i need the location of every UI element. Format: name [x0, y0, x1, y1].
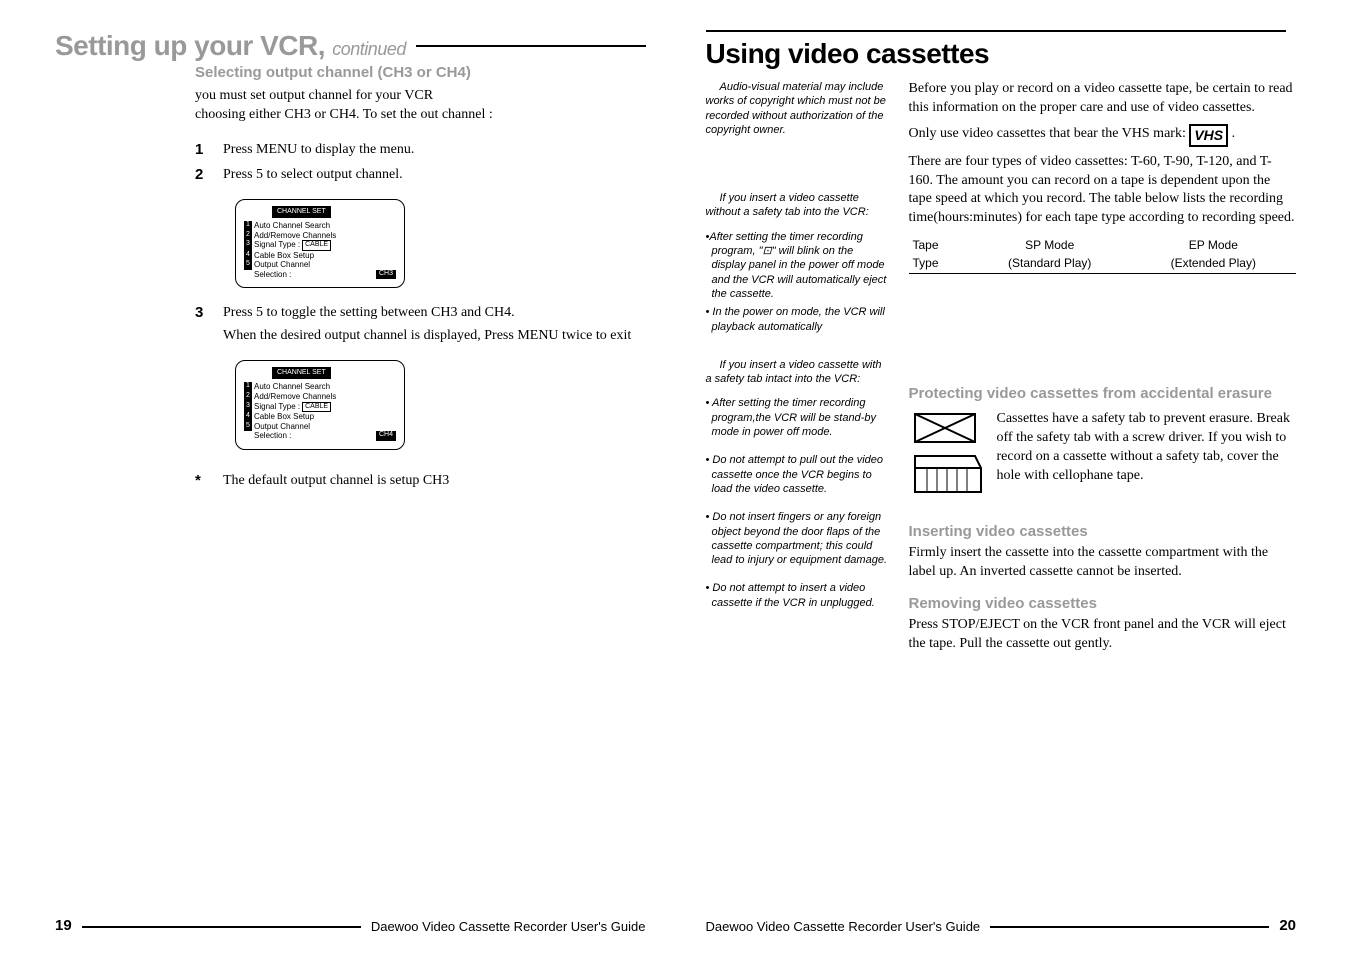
left-content: Selecting output channel (CH3 or CH4) yo… — [195, 64, 646, 491]
cassette-tab-icon — [909, 410, 987, 496]
osd-row: Signal Type : — [254, 402, 300, 412]
title-rule — [416, 45, 646, 47]
step-text: Press 5 to select output channel. — [223, 166, 646, 185]
vhs-text-b: . — [1228, 126, 1235, 141]
step-3a: Press 5 to toggle the setting between CH… — [223, 304, 646, 323]
step-number: 3 — [195, 304, 209, 346]
footer-rule — [82, 926, 361, 928]
asterisk: * — [195, 472, 209, 491]
intro-paragraph: Before you play or record on a video cas… — [909, 80, 1297, 118]
step-note: * The default output channel is setup CH… — [195, 472, 646, 491]
title-row — [706, 30, 1297, 32]
footer-right: Daewoo Video Cassette Recorder User's Gu… — [706, 917, 1297, 934]
osd-channel-tag: CH3 — [376, 270, 396, 280]
osd-row: Add/Remove Channels — [254, 392, 336, 402]
step-number: 1 — [195, 141, 209, 160]
protect-row: Cassettes have a safety tab to prevent e… — [909, 410, 1297, 496]
sidenote-column: Audio-visual material may include works … — [706, 80, 891, 654]
osd-row: Output Channel — [254, 260, 310, 270]
sidenote-bullet: • Do not attempt to insert a video casse… — [712, 581, 891, 610]
left-page: Setting up your VCR, continued Selecting… — [0, 0, 676, 954]
main-column: Before you play or record on a video cas… — [909, 80, 1297, 654]
note-text: The default output channel is setup CH3 — [223, 472, 646, 491]
page-number: 19 — [55, 917, 72, 934]
step-text: Press 5 to toggle the setting between CH… — [223, 304, 646, 346]
title-continued: continued — [332, 39, 406, 59]
footer-rule — [990, 926, 1269, 928]
sidenote-bullet: • Do not attempt to pull out the video c… — [712, 453, 891, 496]
protect-heading: Protecting video cassettes from accident… — [909, 384, 1297, 404]
remove-heading: Removing video cassettes — [909, 594, 1297, 614]
step-text: Press MENU to display the menu. — [223, 141, 646, 160]
th-ep-sub: (Extended Play) — [1131, 254, 1296, 273]
step-2: 2 Press 5 to select output channel. — [195, 166, 646, 185]
title-main: Setting up your VCR, — [55, 30, 325, 61]
step-1: 1 Press MENU to display the menu. — [195, 141, 646, 160]
sidenote-copyright: Audio-visual material may include works … — [706, 80, 891, 137]
step-number: 2 — [195, 166, 209, 185]
page-title: Using video cassettes — [706, 38, 1297, 70]
osd-channel-tag: CH4 — [376, 431, 396, 441]
th-tape: Tape — [909, 236, 969, 254]
intro-line-1: you must set output channel for your VCR — [195, 87, 646, 106]
page-number: 20 — [1279, 917, 1296, 934]
osd-title: CHANNEL SET — [272, 206, 331, 218]
title-rule — [706, 30, 1287, 32]
osd-selection: Selection : — [254, 431, 291, 441]
osd-row: Auto Channel Search — [254, 221, 330, 231]
vhs-text-a: Only use video cassettes that bear the V… — [909, 126, 1190, 141]
tape-types-paragraph: There are four types of video cassettes:… — [909, 153, 1297, 229]
sidenote-bullet: • After setting the timer recording prog… — [712, 396, 891, 439]
osd-row: Cable Box Setup — [254, 251, 314, 261]
osd-row: Auto Channel Search — [254, 382, 330, 392]
osd-box: CABLE — [302, 240, 331, 250]
osd-menu-ch3: CHANNEL SET 1Auto Channel Search 2Add/Re… — [235, 199, 405, 289]
sidenote-bullet: •After setting the timer recording progr… — [712, 230, 891, 301]
protect-text: Cassettes have a safety tab to prevent e… — [997, 410, 1297, 496]
subheading: Selecting output channel (CH3 or CH4) — [195, 64, 646, 81]
th-sp-sub: (Standard Play) — [969, 254, 1131, 273]
vhs-paragraph: Only use video cassettes that bear the V… — [909, 124, 1297, 147]
osd-row: Output Channel — [254, 422, 310, 432]
osd-box: CABLE — [302, 402, 331, 412]
footer-left: 19 Daewoo Video Cassette Recorder User's… — [55, 917, 646, 934]
osd-row: Signal Type : — [254, 240, 300, 250]
sidenote-bullet: • In the power on mode, the VCR will pla… — [712, 305, 891, 334]
osd-title: CHANNEL SET — [272, 367, 331, 379]
th-sp: SP Mode — [969, 236, 1131, 254]
osd-menu-ch4: CHANNEL SET 1Auto Channel Search 2Add/Re… — [235, 360, 405, 450]
th-ep: EP Mode — [1131, 236, 1296, 254]
footer-text: Daewoo Video Cassette Recorder User's Gu… — [706, 919, 981, 934]
intro-line-2: choosing either CH3 or CH4. To set the o… — [195, 106, 646, 125]
th-type: Type — [909, 254, 969, 273]
two-column-layout: Audio-visual material may include works … — [706, 80, 1297, 654]
title-row: Setting up your VCR, continued — [55, 30, 646, 62]
step-3b: When the desired output channel is displ… — [223, 327, 646, 346]
sidenote-no-tab-intro: If you insert a video cassette without a… — [706, 191, 891, 220]
remove-text: Press STOP/EJECT on the VCR front panel … — [909, 616, 1297, 654]
footer-text: Daewoo Video Cassette Recorder User's Gu… — [371, 919, 646, 934]
vhs-logo-icon: VHS — [1189, 124, 1228, 147]
osd-selection: Selection : — [254, 270, 291, 280]
insert-heading: Inserting video cassettes — [909, 522, 1297, 542]
osd-row: Add/Remove Channels — [254, 231, 336, 241]
section-title: Setting up your VCR, continued — [55, 30, 406, 62]
sidenote-bullet: • Do not insert fingers or any foreign o… — [712, 510, 891, 567]
recording-time-table: Tape SP Mode EP Mode Type (Standard Play… — [909, 236, 1297, 273]
osd-row: Cable Box Setup — [254, 412, 314, 422]
sidenote-with-tab-intro: If you insert a video cassette with a sa… — [706, 358, 891, 387]
right-page: Using video cassettes Audio-visual mater… — [676, 0, 1351, 954]
step-3: 3 Press 5 to toggle the setting between … — [195, 304, 646, 346]
insert-text: Firmly insert the cassette into the cass… — [909, 544, 1297, 582]
